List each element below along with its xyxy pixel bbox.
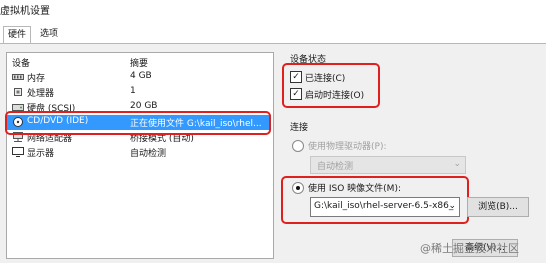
device-name: 显示器 — [27, 149, 55, 159]
column-header-summary: 摘要 — [130, 59, 149, 69]
highlight-device-status — [282, 63, 380, 108]
watermark-text: @稀土掘金技术社区 — [420, 242, 519, 255]
connection-title: 连接 — [290, 123, 309, 133]
chevron-down-icon: ⌄ — [453, 159, 461, 169]
column-header-device: 设备 — [12, 59, 31, 69]
memory-icon — [12, 74, 24, 80]
device-summary: 20 GB — [130, 101, 158, 111]
chevron-down-icon: ⌄ — [448, 201, 456, 211]
iso-image-radio[interactable] — [292, 182, 304, 194]
physical-drive-select[interactable]: 自动检测 ⌄ — [310, 156, 466, 174]
device-row-memory[interactable]: 内存 4 GB — [7, 70, 271, 85]
device-summary: 1 — [130, 86, 136, 96]
iso-image-label: 使用 ISO 映像文件(M): — [308, 184, 401, 194]
connected-checkbox[interactable]: ✓ — [290, 71, 302, 83]
highlight-cdrom-row — [5, 111, 271, 135]
physical-drive-radio[interactable] — [292, 140, 304, 152]
tab-options[interactable]: 选项 — [36, 26, 62, 43]
device-row-cpu[interactable]: 处理器 1 — [7, 85, 271, 100]
tab-hardware[interactable]: 硬件 — [3, 26, 32, 44]
device-summary: 自动检测 — [130, 149, 167, 159]
cpu-icon — [14, 88, 22, 96]
device-name: 处理器 — [27, 89, 55, 99]
connect-on-power-checkbox[interactable]: ✓ — [290, 88, 302, 100]
device-summary: 4 GB — [130, 71, 152, 81]
connected-label: 已连接(C) — [305, 74, 346, 84]
browse-button[interactable]: 浏览(B)... — [467, 197, 529, 217]
physical-drive-label: 使用物理驱动器(P): — [308, 142, 387, 152]
title-bar — [0, 0, 546, 22]
device-row-monitor[interactable]: 显示器 自动检测 — [7, 145, 271, 160]
physical-drive-value: 自动检测 — [317, 162, 354, 172]
connect-on-power-label: 启动时连接(O) — [305, 91, 365, 101]
iso-path-input[interactable]: G:\kail_iso\rhel-server-6.5-x86_ ⌄ — [310, 197, 460, 217]
monitor-icon — [12, 147, 24, 157]
device-name: 内存 — [27, 74, 46, 84]
window-title: 虚拟机设置 — [0, 6, 50, 17]
iso-path-value: G:\kail_iso\rhel-server-6.5-x86_ — [314, 201, 454, 211]
